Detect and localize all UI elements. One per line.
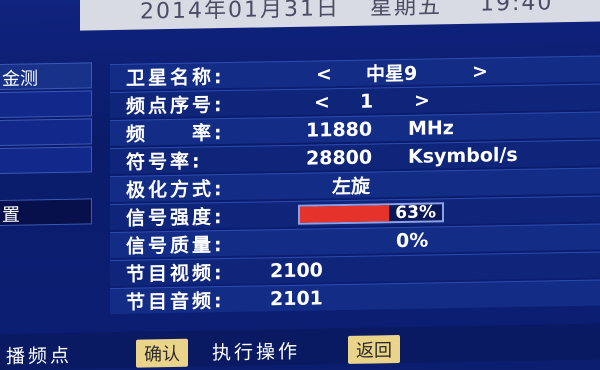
- satellite-next-arrow[interactable]: >: [472, 60, 488, 82]
- signal-quality-label: 信号质量:: [126, 234, 225, 258]
- date-display: 2014年01月31日: [140, 0, 340, 25]
- sidebar-item-label: 置: [2, 204, 20, 226]
- transponder-index-label: 频点序号:: [126, 94, 225, 118]
- confirm-button[interactable]: 确认: [136, 338, 188, 368]
- transponder-index-value: 1: [360, 89, 374, 113]
- sidebar-item-settings[interactable]: 置: [0, 198, 92, 226]
- help-left-text: 播频点: [6, 344, 73, 368]
- polarization-label: 极化方式:: [126, 178, 225, 202]
- sidebar-item-label: 金测: [2, 68, 38, 90]
- frequency-value: 11880: [306, 118, 373, 142]
- frequency-label: 频 率:: [126, 122, 225, 146]
- sidebar-item-signal-check[interactable]: 金测: [0, 62, 92, 90]
- status-bar: 2014年01月31日 星期五 19:40: [80, 0, 600, 31]
- help-bar: 播频点 确认 执行操作 返回: [0, 323, 600, 370]
- confirm-action-text: 执行操作: [212, 340, 301, 365]
- audio-pid-label: 节目音频:: [126, 290, 225, 314]
- symbol-rate-label: 符号率:: [126, 150, 203, 174]
- audio-pid-value: 2101: [270, 286, 323, 310]
- sidebar-item-3[interactable]: [0, 118, 92, 146]
- symbol-rate-unit: Ksymbol/s: [408, 143, 518, 168]
- satellite-name-value: 中星9: [366, 62, 418, 86]
- symbol-rate-value: 28800: [306, 146, 373, 170]
- signal-quality-value: 0%: [396, 229, 429, 252]
- polarization-value: 左旋: [332, 175, 371, 199]
- time-display: 19:40: [480, 0, 554, 17]
- frequency-unit: MHz: [408, 116, 454, 140]
- weekday-display: 星期五: [369, 0, 442, 21]
- video-pid-label: 节目视频:: [126, 262, 225, 286]
- signal-strength-value: 63%: [395, 202, 436, 224]
- sidebar-item-4[interactable]: [0, 146, 92, 174]
- satellite-name-label: 卫星名称:: [126, 66, 225, 90]
- sidebar-item-2[interactable]: [0, 90, 92, 118]
- signal-strength-label: 信号强度:: [126, 206, 225, 230]
- stb-screen: 2014年01月31日 星期五 19:40 金测 置 卫星名称: < 中星9 >…: [0, 0, 600, 370]
- transponder-next-arrow[interactable]: >: [414, 89, 430, 111]
- signal-strength-bar: 63%: [298, 202, 444, 225]
- satellite-prev-arrow[interactable]: <: [316, 63, 332, 85]
- transponder-prev-arrow[interactable]: <: [314, 91, 330, 113]
- video-pid-value: 2100: [270, 258, 323, 282]
